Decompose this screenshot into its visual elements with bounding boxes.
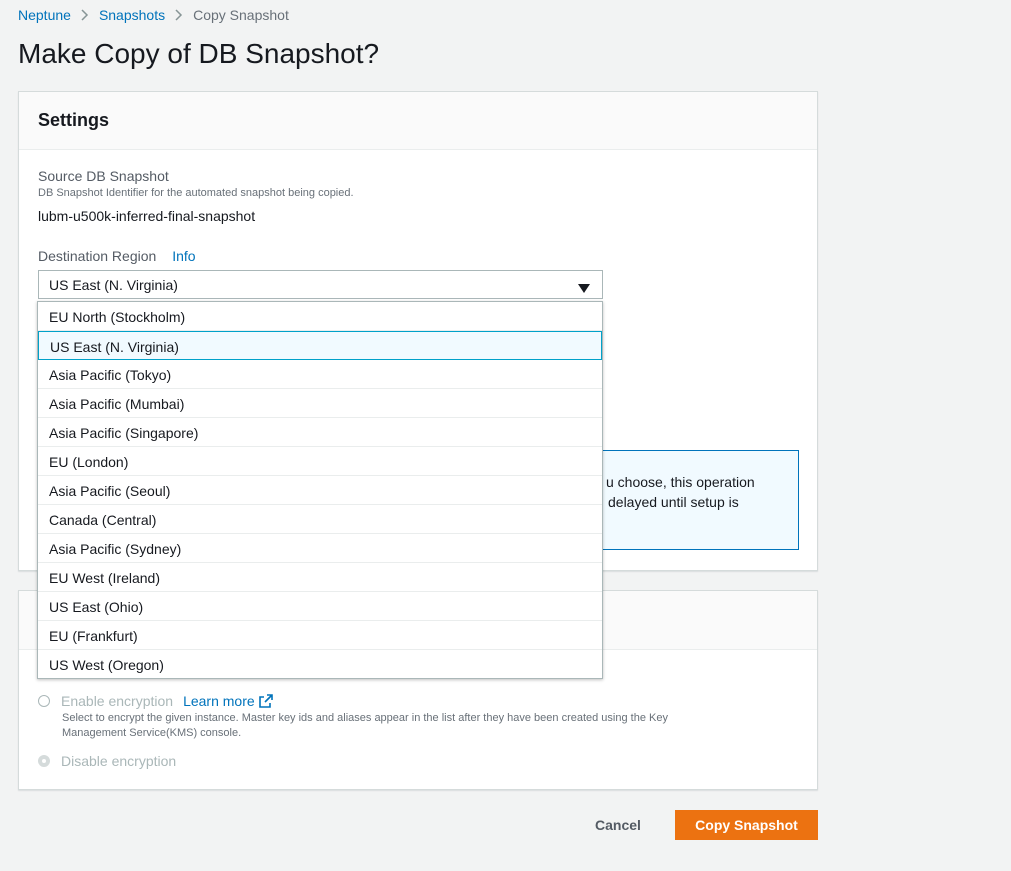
info-alert: u choose, this operation delayed until s… (579, 450, 799, 550)
region-option[interactable]: EU West (Ireland) (38, 563, 602, 592)
learn-more-link[interactable]: Learn more (183, 693, 273, 709)
page-title: Make Copy of DB Snapshot? (18, 38, 380, 69)
settings-title: Settings (38, 110, 110, 130)
region-option[interactable]: Asia Pacific (Sydney) (38, 534, 602, 563)
region-option-selected[interactable]: US East (N. Virginia) (38, 331, 602, 360)
external-link-icon (258, 694, 273, 708)
region-option[interactable]: Canada (Central) (38, 505, 602, 534)
settings-header: Settings (19, 92, 817, 150)
destination-region-select[interactable]: US East (N. Virginia) (38, 270, 603, 299)
disable-encryption-option[interactable]: Disable encryption (38, 753, 176, 769)
destination-region-value: US East (N. Virginia) (49, 277, 178, 293)
source-snapshot-label: Source DB Snapshot (38, 168, 169, 184)
enable-encryption-desc-1: Select to encrypt the given instance. Ma… (62, 712, 668, 724)
breadcrumb-snapshots[interactable]: Snapshots (99, 7, 165, 23)
cancel-button[interactable]: Cancel (577, 810, 659, 840)
region-option[interactable]: US East (Ohio) (38, 592, 602, 621)
disable-encryption-radio[interactable] (38, 755, 50, 767)
region-info-link[interactable]: Info (172, 248, 195, 264)
destination-region-text: Destination Region (38, 248, 157, 264)
region-option[interactable]: EU (London) (38, 447, 602, 476)
destination-region-label: Destination Region Info (38, 248, 196, 264)
alert-line-1: u choose, this operation (606, 474, 755, 490)
region-dropdown-list: EU North (Stockholm) US East (N. Virgini… (37, 301, 603, 679)
source-snapshot-value: lubm-u500k-inferred-final-snapshot (38, 208, 256, 224)
region-option[interactable]: Asia Pacific (Seoul) (38, 476, 602, 505)
disable-encryption-label: Disable encryption (61, 753, 177, 769)
copy-snapshot-button[interactable]: Copy Snapshot (675, 810, 818, 840)
breadcrumb-neptune[interactable]: Neptune (18, 7, 71, 23)
chevron-right-icon (175, 9, 183, 21)
region-option[interactable]: EU (Frankfurt) (38, 621, 602, 650)
region-option[interactable]: Asia Pacific (Tokyo) (38, 360, 602, 389)
alert-line-2: delayed until setup is (608, 494, 739, 510)
chevron-right-icon (81, 9, 89, 21)
enable-encryption-label: Enable encryption (61, 693, 174, 709)
enable-encryption-desc-2: Management Service(KMS) console. (62, 727, 242, 739)
region-option[interactable]: Asia Pacific (Mumbai) (38, 389, 602, 418)
caret-down-icon (578, 280, 590, 296)
enable-encryption-radio[interactable] (38, 695, 50, 707)
source-snapshot-desc: DB Snapshot Identifier for the automated… (38, 187, 354, 199)
region-option[interactable]: EU North (Stockholm) (38, 302, 602, 331)
learn-more-text: Learn more (183, 693, 255, 709)
region-option[interactable]: Asia Pacific (Singapore) (38, 418, 602, 447)
enable-encryption-option[interactable]: Enable encryption Learn more (38, 693, 273, 709)
breadcrumb: Neptune Snapshots Copy Snapshot (18, 7, 289, 23)
region-option[interactable]: US West (Oregon) (38, 650, 602, 679)
breadcrumb-current: Copy Snapshot (193, 7, 289, 23)
